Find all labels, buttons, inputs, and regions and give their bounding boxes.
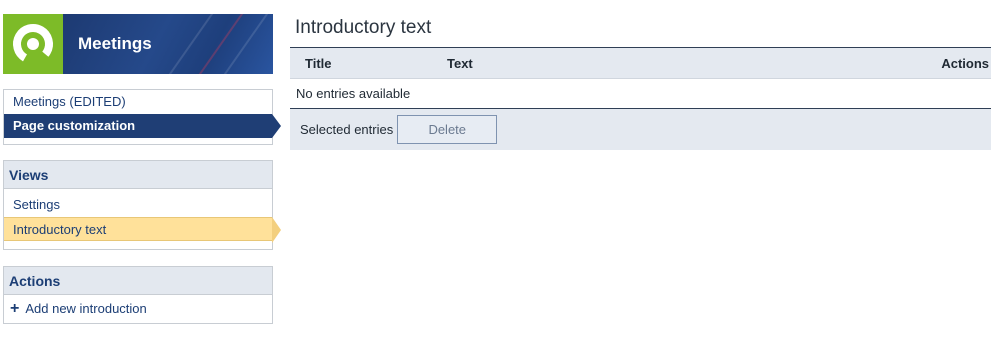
bulk-actions-bar: Selected entries Delete: [290, 109, 991, 150]
app-header-banner: Meetings: [63, 14, 273, 74]
delete-button[interactable]: Delete: [397, 115, 498, 144]
sidebar: Meetings Meetings (EDITED) Page customiz…: [3, 14, 281, 324]
nav-item-meetings[interactable]: Meetings (EDITED): [4, 90, 272, 114]
table-header: Title Text Actions: [290, 48, 991, 79]
column-header-actions: Actions: [941, 55, 989, 71]
plus-icon: +: [10, 300, 20, 317]
logo-ring-icon: [13, 24, 53, 64]
app-title: Meetings: [78, 34, 152, 53]
views-panel: Views Settings Introductory text: [3, 160, 281, 250]
actions-panel: Actions + Add new introduction: [3, 266, 273, 324]
actions-title: Actions: [4, 267, 272, 295]
app-logo: [3, 14, 63, 74]
add-new-introduction-label: Add new introduction: [25, 301, 147, 316]
app-header[interactable]: Meetings: [3, 14, 273, 74]
page-title: Introductory text: [295, 17, 432, 38]
empty-table-message: No entries available: [290, 79, 991, 109]
entries-table: Title Text Actions No entries available …: [290, 47, 991, 150]
main-content: Introductory text Title Text Actions No …: [290, 14, 991, 150]
column-header-title[interactable]: Title: [290, 56, 430, 71]
column-header-text[interactable]: Text: [430, 56, 941, 71]
views-list: Settings Introductory text: [4, 189, 281, 249]
views-title: Views: [4, 161, 272, 189]
add-new-introduction-link[interactable]: + Add new introduction: [4, 295, 272, 323]
nav-item-page-customization[interactable]: Page customization: [4, 114, 281, 138]
view-item-introductory-text[interactable]: Introductory text: [4, 217, 281, 243]
navigation-menu: Meetings (EDITED) Page customization: [3, 89, 281, 145]
view-item-settings[interactable]: Settings: [4, 193, 272, 217]
selected-entries-label: Selected entries: [300, 122, 394, 137]
